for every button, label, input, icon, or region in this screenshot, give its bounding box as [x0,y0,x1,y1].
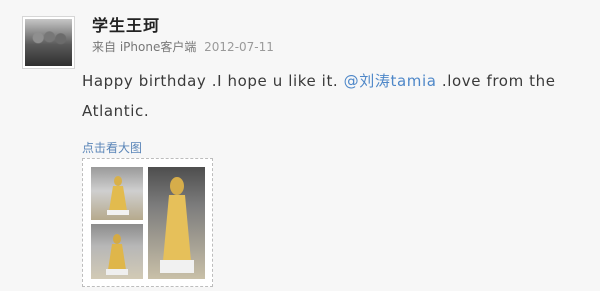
post-text-before: Happy birthday .I hope u like it. [82,72,344,90]
golden-statue-icon [160,175,194,273]
statue-photo-1 [91,167,143,220]
view-large-link[interactable]: 点击看大图 [82,139,142,156]
post-text: Happy birthday .I hope u like it. @刘涛tam… [82,66,594,126]
image-thumbnail[interactable] [82,158,213,287]
statue-photo-2 [91,224,143,279]
golden-statue-icon [107,175,129,215]
avatar[interactable] [22,16,75,69]
statue-photo-3 [148,167,205,279]
post-source[interactable]: 来自 iPhone客户端 [92,40,196,54]
golden-statue-icon [106,233,128,275]
weibo-post-card: 学生王珂 来自 iPhone客户端 2012-07-11 Happy birth… [0,0,600,291]
avatar-image [25,19,72,66]
post-meta: 来自 iPhone客户端 2012-07-11 [92,38,274,55]
mention-link[interactable]: @刘涛tamia [344,72,437,90]
post-date: 2012-07-11 [204,40,274,54]
username[interactable]: 学生王珂 [92,12,160,36]
